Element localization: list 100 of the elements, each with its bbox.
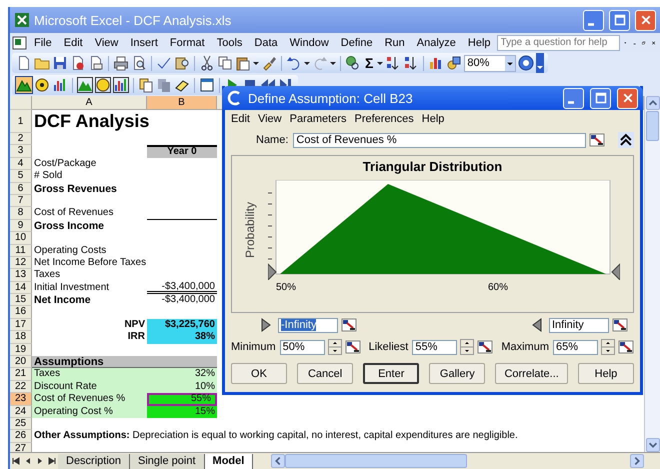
page-icon[interactable] — [16, 55, 32, 71]
menu-item[interactable]: Preferences — [350, 112, 418, 124]
circle-icon[interactable] — [34, 77, 50, 93]
menu-item[interactable]: Insert — [124, 36, 164, 48]
row-header[interactable]: 20 — [10, 356, 32, 368]
cell-select-icon[interactable] — [612, 317, 628, 333]
caret-icon[interactable] — [505, 56, 516, 70]
mountain-chart-icon[interactable] — [77, 77, 93, 93]
row-header[interactable]: 1 — [10, 110, 32, 133]
dialog-button[interactable]: Cancel — [297, 363, 354, 384]
sort-ascending-icon[interactable] — [385, 55, 402, 71]
row-header[interactable]: 15 — [10, 294, 32, 306]
hyperlink-icon[interactable] — [345, 55, 361, 71]
upper-bound-field[interactable]: Infinity — [549, 318, 609, 332]
row-header[interactable]: 8 — [10, 207, 32, 220]
spreadsheet-icon[interactable] — [12, 34, 28, 50]
parameter-field[interactable]: 50% — [280, 340, 325, 354]
bar-chart-icon[interactable] — [52, 77, 68, 93]
menu-item[interactable]: File — [28, 36, 58, 48]
menu-item[interactable]: Help — [462, 36, 497, 48]
table-icon[interactable] — [199, 77, 215, 93]
scissors-icon[interactable] — [199, 55, 215, 71]
name-field[interactable]: Cost of Revenues % — [293, 132, 586, 148]
scroll-thumb[interactable] — [646, 111, 659, 141]
row-header[interactable]: 21 — [10, 368, 32, 381]
spell-check-icon[interactable] — [156, 55, 172, 71]
first-sheet-icon[interactable] — [11, 456, 21, 466]
menu-item[interactable]: Help — [418, 112, 448, 124]
spinner-icon[interactable] — [460, 339, 474, 355]
clipboard-icon[interactable] — [235, 55, 251, 71]
sheet-tab[interactable]: Model — [204, 454, 254, 468]
help-search-field[interactable]: Type a question for help — [496, 34, 620, 50]
row-header[interactable]: 16 — [10, 306, 32, 319]
menu-item[interactable]: Edit — [58, 36, 89, 48]
close-button[interactable] — [635, 10, 656, 30]
cell-select-icon[interactable] — [477, 339, 494, 355]
spinner-icon[interactable] — [328, 339, 342, 355]
row-header[interactable]: 12 — [10, 256, 32, 270]
row-header[interactable]: 19 — [10, 344, 32, 356]
scroll-up-icon[interactable] — [646, 96, 660, 110]
row-header[interactable]: 2 — [10, 133, 32, 146]
parameter-field[interactable]: 55% — [412, 340, 458, 354]
row-header[interactable]: 17 — [10, 318, 32, 332]
sheet-tab[interactable]: Description — [58, 454, 130, 468]
zoom-dropdown[interactable]: 80% — [464, 54, 516, 72]
last-sheet-icon[interactable] — [47, 456, 57, 466]
printer-icon[interactable] — [113, 55, 129, 71]
scroll-down-icon[interactable] — [646, 438, 660, 452]
row-header[interactable]: 14 — [10, 282, 32, 294]
row-header[interactable]: 5 — [10, 170, 32, 183]
menu-item[interactable]: Tools — [210, 36, 248, 48]
lower-bound-field[interactable]: -Infinity — [278, 318, 338, 332]
cell-select-icon[interactable] — [618, 339, 634, 355]
upper-marker-icon[interactable] — [611, 262, 620, 280]
undo-icon[interactable] — [286, 55, 302, 71]
dialog-button[interactable]: Help — [578, 363, 634, 384]
column-header[interactable]: A — [32, 96, 147, 110]
menu-item[interactable]: Run — [378, 36, 411, 48]
shapes-icon[interactable] — [446, 55, 462, 71]
left-triangle-icon[interactable] — [532, 318, 542, 332]
column-header[interactable]: B — [147, 96, 217, 110]
copy-icon[interactable] — [138, 77, 154, 93]
sheet-tab[interactable]: Single point — [130, 454, 205, 468]
row-header[interactable]: 22 — [10, 380, 32, 394]
toolbar-options-icon[interactable] — [536, 53, 544, 73]
dialog-button[interactable]: Correlate... — [495, 363, 568, 384]
scroll-thumb[interactable] — [285, 454, 468, 468]
row-header[interactable]: 26 — [10, 430, 32, 443]
vertical-scrollbar[interactable] — [644, 96, 660, 452]
circle-icon[interactable] — [95, 77, 111, 93]
menu-item[interactable]: Edit — [227, 112, 254, 124]
spinner-icon[interactable] — [600, 339, 615, 355]
mountain-chart-icon[interactable] — [16, 77, 32, 93]
dialog-button[interactable]: Enter — [363, 363, 420, 384]
row-header[interactable]: 13 — [10, 269, 32, 282]
scroll-right-icon[interactable] — [630, 454, 644, 468]
parameter-field[interactable]: 65% — [552, 340, 598, 354]
sort-descending-icon[interactable] — [403, 55, 420, 71]
scroll-left-icon[interactable] — [271, 454, 286, 468]
help-icon[interactable] — [518, 55, 534, 71]
lower-marker-icon[interactable] — [268, 262, 277, 280]
row-header[interactable]: 3 — [10, 145, 32, 158]
row-header[interactable]: 11 — [10, 244, 32, 257]
menu-item[interactable]: Parameters — [286, 112, 350, 124]
menu-item[interactable]: Define — [334, 36, 379, 48]
dialog-button[interactable]: Gallery — [429, 363, 486, 384]
autosum-button[interactable]: Σ — [363, 55, 376, 71]
bar-chart-icon[interactable] — [113, 77, 129, 93]
row-header[interactable]: 9 — [10, 220, 32, 232]
menu-item[interactable]: Window — [284, 36, 335, 48]
menu-item[interactable]: Data — [248, 36, 284, 48]
dialog-button[interactable]: OK — [231, 363, 287, 384]
row-header[interactable]: 6 — [10, 182, 32, 195]
minimize-button[interactable] — [583, 10, 604, 30]
cell-select-icon[interactable] — [589, 132, 606, 148]
row-header[interactable]: 25 — [10, 418, 32, 430]
collapse-icon[interactable] — [618, 132, 634, 148]
page-icon[interactable] — [70, 55, 86, 71]
menu-item[interactable]: Analyze — [410, 36, 462, 48]
cell-select-icon[interactable] — [341, 317, 357, 333]
